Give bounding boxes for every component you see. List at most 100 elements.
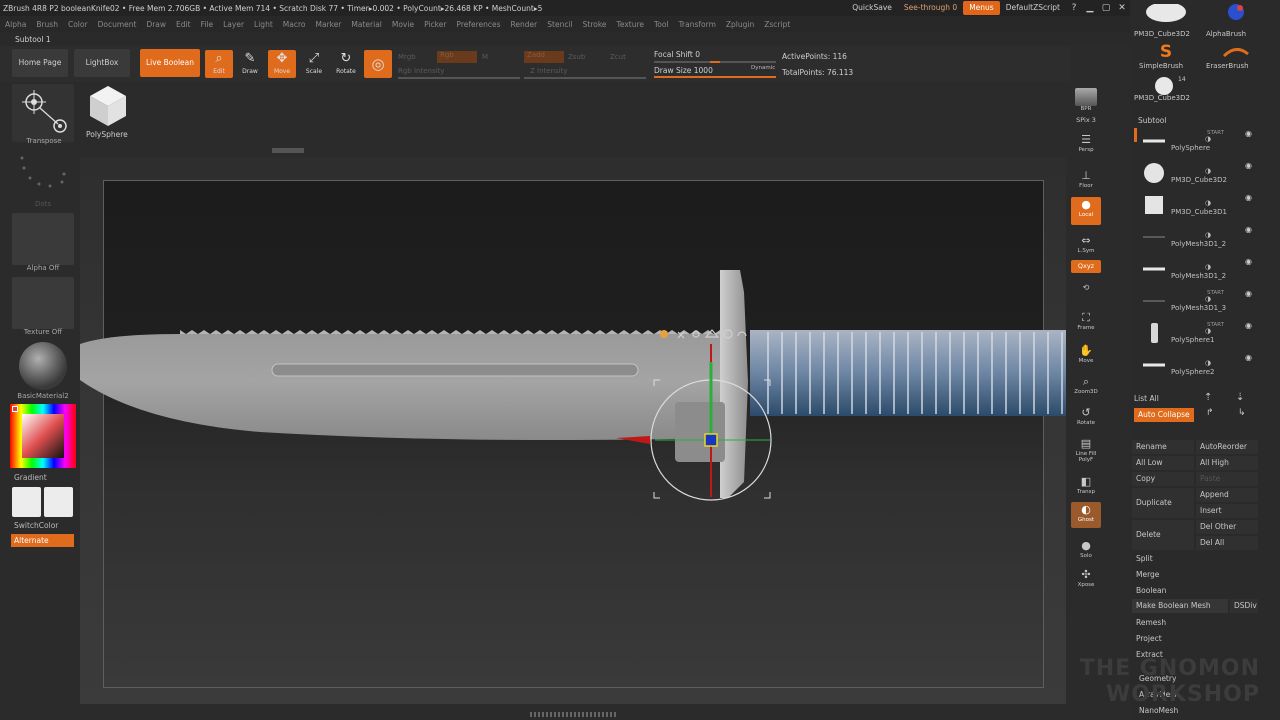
visibility-eye-icon[interactable]: ◉ [1245,129,1252,138]
ghost-button[interactable]: ◐ Ghost [1071,502,1101,528]
material-button[interactable] [12,340,74,392]
move-button[interactable]: ✥ Move [268,50,296,78]
subtool-item[interactable]: PolyMesh3D1_2 ◉ ◑ [1135,254,1260,284]
menu-item-preferences[interactable]: Preferences [451,20,505,29]
menu-item-zscript[interactable]: Zscript [759,20,795,29]
stroke-button[interactable] [12,148,74,204]
secondary-color-swatch[interactable] [44,487,73,517]
live-boolean-button[interactable]: Live Boolean [140,49,200,77]
color-square[interactable] [22,414,64,458]
polygroup-toggle-icon[interactable]: ◑ [1205,199,1211,207]
menu-item-draw[interactable]: Draw [141,20,171,29]
rotate-button[interactable]: ↻ Rotate [332,50,360,78]
mrgb-toggle[interactable]: Mrgb [398,53,416,61]
visibility-eye-icon[interactable]: ◉ [1245,225,1252,234]
polygroup-toggle-icon[interactable]: ◑ [1205,263,1211,271]
draw-button[interactable]: ✎ Draw [236,50,264,78]
close-icon[interactable]: ✕ [1114,1,1130,15]
menu-item-material[interactable]: Material [346,20,386,29]
move-down-icon[interactable]: ⇣ [1236,392,1244,403]
zsub-toggle[interactable]: Zsub [568,53,585,61]
main-color-swatch[interactable] [12,487,41,517]
menu-item-file[interactable]: File [196,20,219,29]
menu-item-marker[interactable]: Marker [310,20,346,29]
menu-item-picker[interactable]: Picker [419,20,451,29]
dynamic-toggle[interactable]: Dynamic [751,65,775,71]
gizmo-toggle[interactable]: ◎ [364,50,392,78]
move-view-button[interactable]: ✋ Move [1071,343,1101,367]
dsdiv-slider[interactable]: DSDiv [1230,599,1258,613]
menu-item-edit[interactable]: Edit [171,20,196,29]
floor-button[interactable]: ⊥ Floor [1071,168,1101,192]
boolean-section[interactable]: Boolean [1136,586,1166,595]
see-through-slider[interactable]: See-through 0 [898,1,963,15]
z-intensity-slider[interactable]: Z Intensity [530,67,568,75]
subtool-item[interactable]: PolySphere2 ◉ ◑ [1135,350,1260,380]
polygroup-toggle-icon[interactable]: ◑ [1205,295,1211,303]
split-section[interactable]: Split [1136,554,1153,563]
menu-item-layer[interactable]: Layer [218,20,249,29]
visibility-eye-icon[interactable]: ◉ [1245,289,1252,298]
paste-button[interactable]: Paste [1196,472,1258,486]
spix-slider[interactable]: SPix 3 [1071,116,1101,130]
menu-item-zplugin[interactable]: Zplugin [721,20,759,29]
xpose-button[interactable]: ✣ Xpose [1071,567,1101,591]
rgb-intensity-slider[interactable]: Rgb Intensity [398,67,444,75]
polygroup-toggle-icon[interactable]: ◑ [1205,327,1211,335]
menu-item-color[interactable]: Color [63,20,93,29]
collapse-arrow-icon[interactable]: ↱ [1206,408,1214,418]
rotate-axis-icons[interactable]: ⟲ [1071,280,1101,304]
polygroup-toggle-icon[interactable]: ◑ [1205,167,1211,175]
autoreorder-button[interactable]: AutoReorder [1196,440,1258,454]
switch-color-label[interactable]: SwitchColor [14,521,58,530]
zoom3d-button[interactable]: ⌕ Zoom3D [1071,374,1101,398]
menu-item-stencil[interactable]: Stencil [542,20,577,29]
scale-button[interactable]: ⤢ Scale [300,50,328,78]
polygroup-toggle-icon[interactable]: ◑ [1205,135,1211,143]
polygroup-toggle-icon[interactable]: ◑ [1205,359,1211,367]
bottom-scroll-handle[interactable] [530,712,616,717]
menu-item-alpha[interactable]: Alpha [0,20,31,29]
zcut-toggle[interactable]: Zcut [610,53,626,61]
lsym-button[interactable]: ⇔ L.Sym [1071,233,1101,257]
menu-item-brush[interactable]: Brush [31,20,63,29]
brush-thumb-5[interactable] [1152,76,1176,96]
maximize-icon[interactable]: ▢ [1098,1,1114,15]
brush-thumb-1[interactable] [1144,2,1188,30]
copy-button[interactable]: Copy [1132,472,1194,486]
expand-arrow-icon[interactable]: ↳ [1238,408,1246,418]
local-button[interactable]: ● Local [1071,197,1101,225]
zscript-selector[interactable]: DefaultZScript [1000,1,1066,15]
menu-item-document[interactable]: Document [93,20,142,29]
menus-toggle[interactable]: Menus [963,1,1000,15]
alpha-button[interactable] [12,213,74,265]
subtool-item[interactable]: PM3D_Cube3D1 ◉ ◑ [1135,190,1260,220]
gizmo-header-icons[interactable] [660,330,668,338]
subtool-item[interactable]: START PolySphere ◉ ◑ [1135,126,1260,156]
polygroup-toggle-icon[interactable]: ◑ [1205,231,1211,239]
menu-item-movie[interactable]: Movie [387,20,419,29]
menu-item-light[interactable]: Light [249,20,278,29]
polysphere-tool-thumb[interactable] [84,82,130,130]
visibility-eye-icon[interactable]: ◉ [1245,193,1252,202]
all-high-button[interactable]: All High [1196,456,1258,470]
alternate-button[interactable]: Alternate [11,534,74,547]
subtool-item[interactable]: PolyMesh3D1_2 ◉ ◑ [1135,222,1260,252]
eraserbrush-thumb[interactable] [1216,42,1256,62]
del-other-button[interactable]: Del Other [1196,520,1258,534]
visibility-eye-icon[interactable]: ◉ [1245,257,1252,266]
transp-button[interactable]: ◧ Transp [1071,474,1101,498]
subtool-item[interactable]: START PolySphere1 ◉ ◑ [1135,318,1260,348]
all-low-button[interactable]: All Low [1132,456,1194,470]
del-all-button[interactable]: Del All [1196,536,1258,550]
solo-button[interactable]: ● Solo [1071,538,1101,562]
visibility-eye-icon[interactable]: ◉ [1245,353,1252,362]
draw-size-slider[interactable]: Draw Size 1000 [654,66,713,75]
xyz-button[interactable]: Qxyz [1071,260,1101,273]
menu-item-stroke[interactable]: Stroke [578,20,612,29]
lightbox-button[interactable]: LightBox [74,49,130,77]
duplicate-button[interactable]: Duplicate [1132,488,1194,518]
shelf-scroll-handle[interactable] [272,148,304,153]
linefill-button[interactable]: ▤ Line Fill PolyF [1071,436,1101,466]
merge-section[interactable]: Merge [1136,570,1159,579]
